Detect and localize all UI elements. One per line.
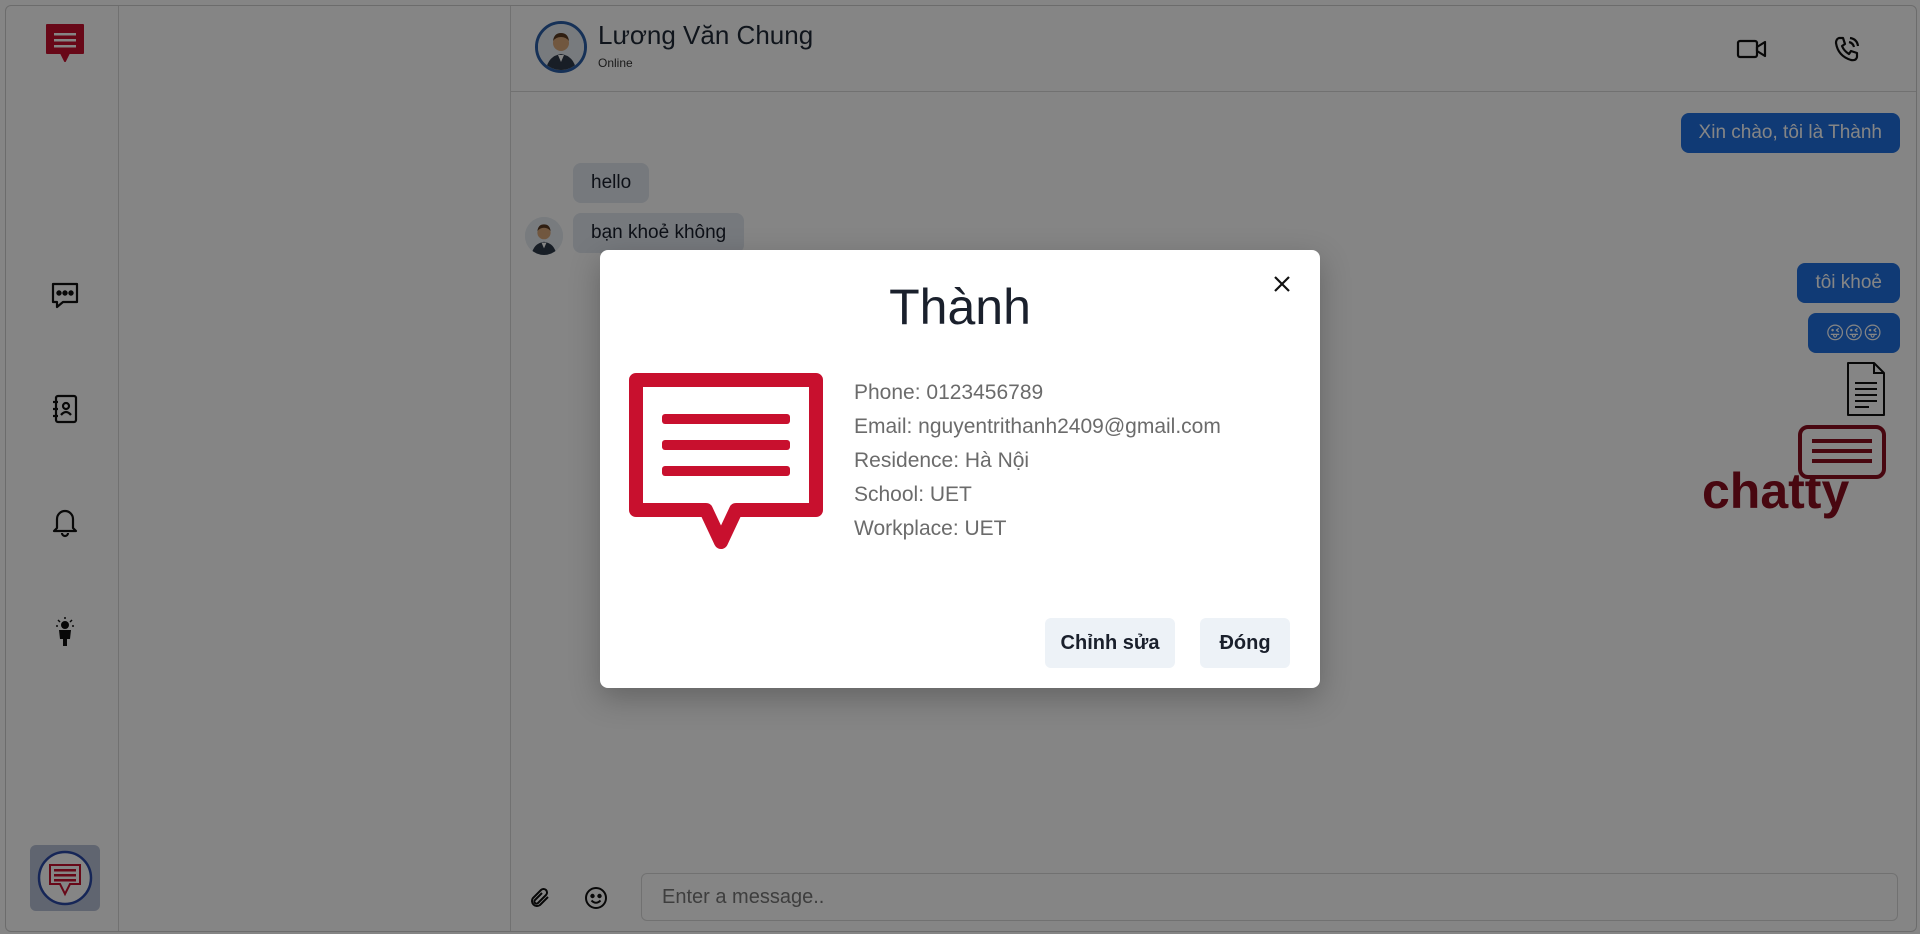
close-modal-button[interactable]: Đóng <box>1200 618 1290 668</box>
profile-modal: Thành Phone: 0123456789 Email: nguyentri… <box>600 250 1320 688</box>
profile-school: School: UET <box>854 483 972 506</box>
profile-phone: Phone: 0123456789 <box>854 381 1044 404</box>
profile-workplace: Workplace: UET <box>854 517 1007 540</box>
edit-profile-button[interactable]: Chỉnh sửa <box>1045 618 1175 668</box>
profile-residence: Residence: Hà Nội <box>854 449 1030 472</box>
profile-avatar-logo <box>626 360 826 560</box>
close-icon[interactable] <box>1266 268 1298 300</box>
profile-email: Email: nguyentrithanh2409@gmail.com <box>854 415 1221 438</box>
profile-name: Thành <box>889 279 1031 335</box>
profile-info: Phone: 0123456789 Email: nguyentrithanh2… <box>854 376 1221 546</box>
